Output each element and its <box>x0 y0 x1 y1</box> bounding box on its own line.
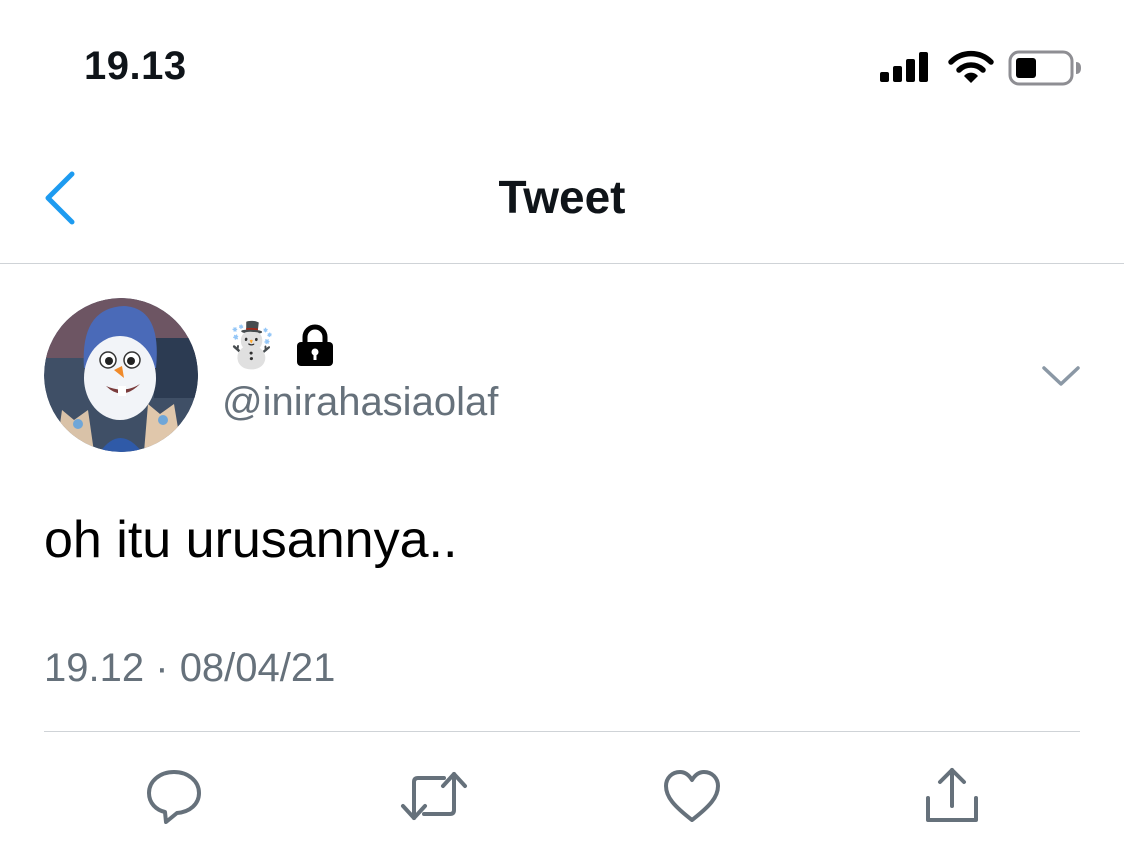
user-handle[interactable]: @inirahasiaolaf <box>222 380 498 425</box>
wifi-icon <box>948 50 994 83</box>
display-name[interactable]: ☃️ <box>224 318 335 374</box>
reply-icon[interactable] <box>144 766 204 826</box>
cellular-signal-icon <box>880 52 928 82</box>
tweet-time: 19.12 <box>44 646 145 690</box>
tweet-text: oh itu urusannya.. <box>44 511 458 569</box>
actions-divider <box>44 731 1080 732</box>
timestamp-separator: · <box>155 646 169 690</box>
battery-icon <box>1008 50 1081 86</box>
status-bar-time: 19.13 <box>84 44 187 88</box>
avatar[interactable] <box>44 298 198 452</box>
share-icon[interactable] <box>922 766 982 826</box>
page-title: Tweet <box>498 171 626 223</box>
chevron-down-icon[interactable] <box>1040 360 1082 390</box>
retweet-icon[interactable] <box>400 766 468 826</box>
snowman-emoji: ☃️ <box>224 321 279 370</box>
lock-icon <box>296 324 333 366</box>
tweet-date: 08/04/21 <box>179 646 336 690</box>
header-divider <box>0 263 1124 264</box>
tweet-timestamp: 19.12 · 08/04/21 <box>44 646 335 691</box>
heart-icon[interactable] <box>662 766 722 826</box>
